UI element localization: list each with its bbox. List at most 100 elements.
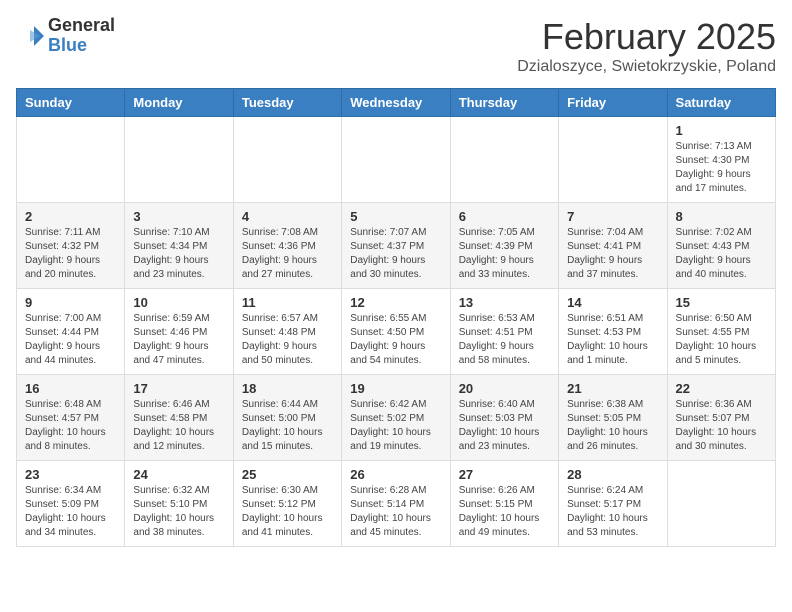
- day-number: 10: [133, 295, 224, 310]
- calendar-cell: 4 Sunrise: 7:08 AM Sunset: 4:36 PM Daylig…: [233, 203, 341, 289]
- weekday-header: Saturday: [667, 89, 775, 117]
- calendar-week-row: 23 Sunrise: 6:34 AM Sunset: 5:09 PM Dayli…: [17, 461, 776, 547]
- calendar-cell: [17, 117, 125, 203]
- calendar-week-row: 9Sunrise: 7:00 AM Sunset: 4:44 PM Daylig…: [17, 289, 776, 375]
- calendar-cell: 28 Sunrise: 6:24 AM Sunset: 5:17 PM Dayli…: [559, 461, 667, 547]
- day-info: Sunrise: 7:10 AM Sunset: 4:34 PM Dayligh…: [133, 226, 224, 282]
- day-number: 26: [350, 467, 441, 482]
- day-info: Sunrise: 7:00 AM Sunset: 4:44 PM Dayligh…: [25, 312, 116, 368]
- day-info: Sunrise: 6:44 AM Sunset: 5:00 PM Dayligh…: [242, 398, 333, 454]
- calendar-cell: [559, 117, 667, 203]
- day-number: 25: [242, 467, 333, 482]
- day-info: Sunrise: 7:04 AM Sunset: 4:41 PM Dayligh…: [567, 226, 658, 282]
- calendar-cell: 12 Sunrise: 6:55 AM Sunset: 4:50 PM Dayli…: [342, 289, 450, 375]
- calendar-cell: [667, 461, 775, 547]
- day-info: Sunrise: 6:55 AM Sunset: 4:50 PM Dayligh…: [350, 312, 441, 368]
- calendar-table: SundayMondayTuesdayWednesdayThursdayFrid…: [16, 88, 776, 547]
- calendar-cell: 26 Sunrise: 6:28 AM Sunset: 5:14 PM Dayli…: [342, 461, 450, 547]
- weekday-header-row: SundayMondayTuesdayWednesdayThursdayFrid…: [17, 89, 776, 117]
- weekday-header: Thursday: [450, 89, 558, 117]
- calendar-cell: 25 Sunrise: 6:30 AM Sunset: 5:12 PM Dayli…: [233, 461, 341, 547]
- day-number: 12: [350, 295, 441, 310]
- calendar-week-row: 1 Sunrise: 7:13 AM Sunset: 4:30 PM Daylig…: [17, 117, 776, 203]
- calendar-cell: 8 Sunrise: 7:02 AM Sunset: 4:43 PM Daylig…: [667, 203, 775, 289]
- day-number: 11: [242, 295, 333, 310]
- calendar-cell: 14 Sunrise: 6:51 AM Sunset: 4:53 PM Dayli…: [559, 289, 667, 375]
- calendar-week-row: 2 Sunrise: 7:11 AM Sunset: 4:32 PM Daylig…: [17, 203, 776, 289]
- day-number: 20: [459, 381, 550, 396]
- day-info: Sunrise: 7:11 AM Sunset: 4:32 PM Dayligh…: [25, 226, 116, 282]
- day-info: Sunrise: 6:46 AM Sunset: 4:58 PM Dayligh…: [133, 398, 224, 454]
- calendar-cell: 16Sunrise: 6:48 AM Sunset: 4:57 PM Dayli…: [17, 375, 125, 461]
- day-info: Sunrise: 6:50 AM Sunset: 4:55 PM Dayligh…: [676, 312, 767, 368]
- calendar-title: February 2025: [517, 16, 776, 58]
- calendar-cell: 23 Sunrise: 6:34 AM Sunset: 5:09 PM Dayli…: [17, 461, 125, 547]
- day-info: Sunrise: 6:30 AM Sunset: 5:12 PM Dayligh…: [242, 484, 333, 540]
- day-info: Sunrise: 6:32 AM Sunset: 5:10 PM Dayligh…: [133, 484, 224, 540]
- calendar-cell: 2 Sunrise: 7:11 AM Sunset: 4:32 PM Daylig…: [17, 203, 125, 289]
- day-info: Sunrise: 6:40 AM Sunset: 5:03 PM Dayligh…: [459, 398, 550, 454]
- calendar-cell: 6Sunrise: 7:05 AM Sunset: 4:39 PM Daylig…: [450, 203, 558, 289]
- day-number: 28: [567, 467, 658, 482]
- calendar-cell: 24 Sunrise: 6:32 AM Sunset: 5:10 PM Dayli…: [125, 461, 233, 547]
- day-number: 22: [676, 381, 767, 396]
- day-number: 5: [350, 209, 441, 224]
- day-number: 8: [676, 209, 767, 224]
- calendar-cell: 7Sunrise: 7:04 AM Sunset: 4:41 PM Daylig…: [559, 203, 667, 289]
- logo-blue-text: Blue: [48, 35, 87, 55]
- day-info: Sunrise: 7:08 AM Sunset: 4:36 PM Dayligh…: [242, 226, 333, 282]
- day-info: Sunrise: 6:36 AM Sunset: 5:07 PM Dayligh…: [676, 398, 767, 454]
- logo-general-text: General: [48, 15, 115, 35]
- day-number: 14: [567, 295, 658, 310]
- weekday-header: Monday: [125, 89, 233, 117]
- page-header: General Blue February 2025 Dzialoszyce, …: [16, 16, 776, 76]
- logo: General Blue: [16, 16, 115, 56]
- day-info: Sunrise: 6:28 AM Sunset: 5:14 PM Dayligh…: [350, 484, 441, 540]
- day-number: 18: [242, 381, 333, 396]
- weekday-header: Sunday: [17, 89, 125, 117]
- calendar-cell: [125, 117, 233, 203]
- day-number: 3: [133, 209, 224, 224]
- title-area: February 2025 Dzialoszyce, Swietokrzyski…: [517, 16, 776, 76]
- calendar-cell: 20 Sunrise: 6:40 AM Sunset: 5:03 PM Dayli…: [450, 375, 558, 461]
- day-info: Sunrise: 6:57 AM Sunset: 4:48 PM Dayligh…: [242, 312, 333, 368]
- calendar-cell: [233, 117, 341, 203]
- day-info: Sunrise: 6:53 AM Sunset: 4:51 PM Dayligh…: [459, 312, 550, 368]
- day-number: 2: [25, 209, 116, 224]
- calendar-cell: 27 Sunrise: 6:26 AM Sunset: 5:15 PM Dayli…: [450, 461, 558, 547]
- calendar-cell: 21Sunrise: 6:38 AM Sunset: 5:05 PM Dayli…: [559, 375, 667, 461]
- day-number: 21: [567, 381, 658, 396]
- day-number: 17: [133, 381, 224, 396]
- day-info: Sunrise: 6:24 AM Sunset: 5:17 PM Dayligh…: [567, 484, 658, 540]
- calendar-cell: 3 Sunrise: 7:10 AM Sunset: 4:34 PM Daylig…: [125, 203, 233, 289]
- day-number: 6: [459, 209, 550, 224]
- day-info: Sunrise: 6:59 AM Sunset: 4:46 PM Dayligh…: [133, 312, 224, 368]
- day-number: 1: [676, 123, 767, 138]
- calendar-cell: [450, 117, 558, 203]
- calendar-cell: 1 Sunrise: 7:13 AM Sunset: 4:30 PM Daylig…: [667, 117, 775, 203]
- day-info: Sunrise: 7:02 AM Sunset: 4:43 PM Dayligh…: [676, 226, 767, 282]
- day-number: 27: [459, 467, 550, 482]
- day-info: Sunrise: 6:51 AM Sunset: 4:53 PM Dayligh…: [567, 312, 658, 368]
- calendar-cell: 15 Sunrise: 6:50 AM Sunset: 4:55 PM Dayli…: [667, 289, 775, 375]
- calendar-cell: 11 Sunrise: 6:57 AM Sunset: 4:48 PM Dayli…: [233, 289, 341, 375]
- calendar-cell: 5 Sunrise: 7:07 AM Sunset: 4:37 PM Daylig…: [342, 203, 450, 289]
- day-info: Sunrise: 6:42 AM Sunset: 5:02 PM Dayligh…: [350, 398, 441, 454]
- day-number: 19: [350, 381, 441, 396]
- day-number: 15: [676, 295, 767, 310]
- weekday-header: Wednesday: [342, 89, 450, 117]
- day-info: Sunrise: 7:13 AM Sunset: 4:30 PM Dayligh…: [676, 140, 767, 196]
- day-number: 23: [25, 467, 116, 482]
- calendar-cell: [342, 117, 450, 203]
- calendar-cell: 22 Sunrise: 6:36 AM Sunset: 5:07 PM Dayli…: [667, 375, 775, 461]
- day-number: 24: [133, 467, 224, 482]
- day-number: 13: [459, 295, 550, 310]
- weekday-header: Friday: [559, 89, 667, 117]
- day-info: Sunrise: 6:48 AM Sunset: 4:57 PM Dayligh…: [25, 398, 116, 454]
- logo-icon: [16, 22, 44, 50]
- day-info: Sunrise: 6:26 AM Sunset: 5:15 PM Dayligh…: [459, 484, 550, 540]
- calendar-cell: 17 Sunrise: 6:46 AM Sunset: 4:58 PM Dayli…: [125, 375, 233, 461]
- day-info: Sunrise: 7:07 AM Sunset: 4:37 PM Dayligh…: [350, 226, 441, 282]
- day-number: 4: [242, 209, 333, 224]
- day-info: Sunrise: 6:34 AM Sunset: 5:09 PM Dayligh…: [25, 484, 116, 540]
